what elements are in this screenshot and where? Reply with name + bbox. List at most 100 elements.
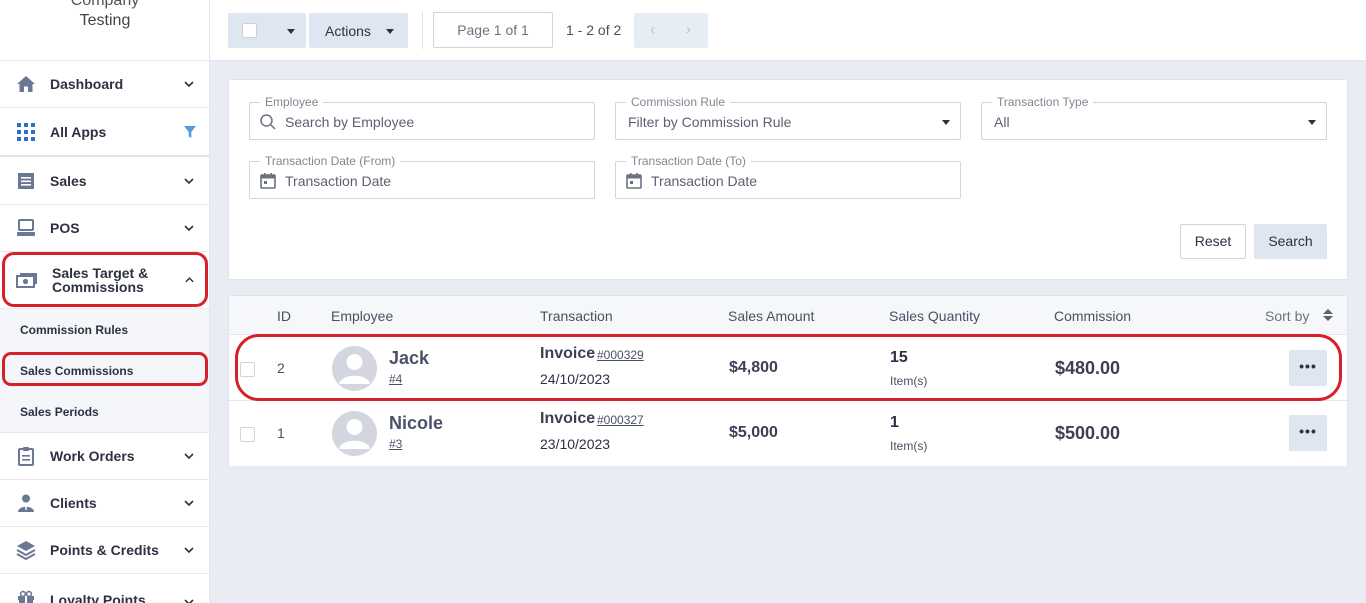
transaction-type: Invoice xyxy=(540,345,596,362)
filter-panel: Employee Search by Employee Commission R… xyxy=(228,79,1348,280)
caret-down-icon xyxy=(942,120,950,125)
employee-link[interactable]: #3 xyxy=(389,437,402,451)
submenu-item-sales-commissions[interactable]: Sales Commissions xyxy=(20,364,133,378)
commission-rule-value: Filter by Commission Rule xyxy=(628,114,792,130)
toolbar-divider xyxy=(422,12,423,49)
caret-down-icon xyxy=(1308,120,1316,125)
transaction-type-value: All xyxy=(994,114,1010,130)
filter-icon[interactable] xyxy=(183,125,197,139)
avatar xyxy=(332,346,377,391)
employee-search-input[interactable]: Search by Employee xyxy=(285,114,414,130)
row-checkbox[interactable] xyxy=(240,427,255,442)
date-from-input[interactable]: Transaction Date xyxy=(285,173,391,189)
home-icon xyxy=(16,74,36,94)
row-actions-button[interactable]: ••• xyxy=(1289,415,1327,451)
commission-rule-select[interactable]: Commission Rule Filter by Commission Rul… xyxy=(615,94,961,140)
search-button[interactable]: Search xyxy=(1254,224,1327,259)
commission-value: $480.00 xyxy=(1055,358,1121,378)
commission-value: $500.00 xyxy=(1055,423,1121,443)
money-icon xyxy=(16,270,38,290)
sidebar-item-label: Sales xyxy=(50,172,87,189)
sort-icon[interactable] xyxy=(1322,308,1334,322)
table-row[interactable]: 1 Nicole #3 Invoice #000327 23/10/2023 $… xyxy=(229,401,1347,466)
sidebar-item-label: Loyalty Points xyxy=(50,592,146,603)
person-icon xyxy=(16,493,36,513)
sidebar-item-sales-target-commissions[interactable]: Sales Target & Commissions xyxy=(0,252,209,309)
row-actions-button[interactable]: ••• xyxy=(1289,350,1327,386)
sidebar-item-label: Dashboard xyxy=(50,76,124,92)
pagination-nav: ‹ › xyxy=(634,13,708,48)
date-to-field[interactable]: Transaction Date (To) Transaction Date xyxy=(615,153,961,199)
receipt-icon xyxy=(16,171,36,191)
submenu-item-sales-periods[interactable]: Sales Periods xyxy=(20,405,99,419)
actions-label: Actions xyxy=(325,23,371,39)
next-page-icon[interactable]: › xyxy=(686,21,691,38)
chevron-down-icon xyxy=(184,500,194,507)
sidebar-item-all-apps[interactable]: All Apps xyxy=(0,108,209,157)
employee-name: Nicole xyxy=(389,413,444,433)
employee-label: Employee xyxy=(260,94,324,110)
caret-down-icon xyxy=(287,29,295,34)
transaction-type-label: Transaction Type xyxy=(992,94,1094,110)
sales-amount: $4,800 xyxy=(729,359,778,376)
submenu-sales-target: Commission Rules Sales Commissions Sales… xyxy=(0,309,209,433)
toolbar: Actions Page 1 of 1 1 - 2 of 2 ‹ › xyxy=(210,0,1366,61)
select-all-dropdown[interactable] xyxy=(228,13,306,48)
sidebar-item-label: All Apps xyxy=(50,123,107,140)
monitor-icon xyxy=(16,218,36,238)
grid-icon xyxy=(16,122,36,142)
employee-search-field[interactable]: Employee Search by Employee xyxy=(249,94,595,140)
table-header: ID Employee Transaction Sales Amount Sal… xyxy=(229,296,1347,335)
sort-by-button[interactable]: Sort by xyxy=(1265,308,1309,324)
sales-amount: $5,000 xyxy=(729,424,778,441)
date-from-field[interactable]: Transaction Date (From) Transaction Date xyxy=(249,153,595,199)
gift-icon xyxy=(16,590,36,603)
employee-link[interactable]: #4 xyxy=(389,372,402,386)
transaction-type-select[interactable]: Transaction Type All xyxy=(981,94,1327,140)
table-row[interactable]: 2 Jack #4 Invoice #000329 24/10/2023 $4,… xyxy=(229,336,1347,401)
caret-down-icon xyxy=(386,29,394,34)
sidebar-item-work-orders[interactable]: Work Orders xyxy=(0,433,209,480)
sidebar-item-sales[interactable]: Sales xyxy=(0,157,209,205)
transaction-date: 23/10/2023 xyxy=(540,436,611,452)
sidebar-item-loyalty-points[interactable]: Loyalty Points xyxy=(0,574,209,603)
chevron-down-icon xyxy=(184,599,194,603)
sidebar-item-pos[interactable]: POS xyxy=(0,205,209,252)
row-id: 1 xyxy=(277,425,285,441)
commissions-table: ID Employee Transaction Sales Amount Sal… xyxy=(228,295,1348,466)
date-to-label: Transaction Date (To) xyxy=(626,153,751,169)
calendar-icon xyxy=(626,173,642,189)
sidebar-item-points-credits[interactable]: Points & Credits xyxy=(0,527,209,574)
quantity-unit: Item(s) xyxy=(890,439,928,453)
sidebar-item-label: Clients xyxy=(50,495,97,511)
transaction-link[interactable]: #000329 xyxy=(597,348,644,362)
row-checkbox[interactable] xyxy=(240,362,255,377)
brand: Company Testing xyxy=(0,0,209,61)
sidebar-item-label: Work Orders xyxy=(50,448,135,464)
prev-page-icon[interactable]: ‹ xyxy=(650,21,655,38)
transaction-date: 24/10/2023 xyxy=(540,371,611,387)
sidebar-item-dashboard[interactable]: Dashboard xyxy=(0,61,209,108)
transaction-link[interactable]: #000327 xyxy=(597,413,644,427)
sidebar: Company Testing Dashboard All Apps Sales xyxy=(0,0,210,603)
clipboard-icon xyxy=(16,446,36,466)
select-all-checkbox[interactable] xyxy=(242,23,257,38)
sidebar-item-clients[interactable]: Clients xyxy=(0,480,209,527)
transaction-type: Invoice xyxy=(540,410,596,427)
chevron-down-icon xyxy=(184,453,194,460)
chevron-down-icon xyxy=(184,547,194,554)
sales-quantity: 15 xyxy=(890,349,908,366)
actions-button[interactable]: Actions xyxy=(309,13,408,48)
chevron-down-icon xyxy=(184,225,194,232)
record-range: 1 - 2 of 2 xyxy=(566,22,622,38)
chevron-down-icon xyxy=(184,177,194,184)
reset-button[interactable]: Reset xyxy=(1180,224,1246,259)
commission-rule-label: Commission Rule xyxy=(626,94,731,110)
sales-quantity: 1 xyxy=(890,414,899,431)
quantity-unit: Item(s) xyxy=(890,374,928,388)
sidebar-item-label: POS xyxy=(50,220,80,236)
submenu-item-commission-rules[interactable]: Commission Rules xyxy=(20,323,128,337)
date-to-input[interactable]: Transaction Date xyxy=(651,173,757,189)
calendar-icon xyxy=(260,173,276,189)
page-indicator[interactable]: Page 1 of 1 xyxy=(433,12,553,48)
